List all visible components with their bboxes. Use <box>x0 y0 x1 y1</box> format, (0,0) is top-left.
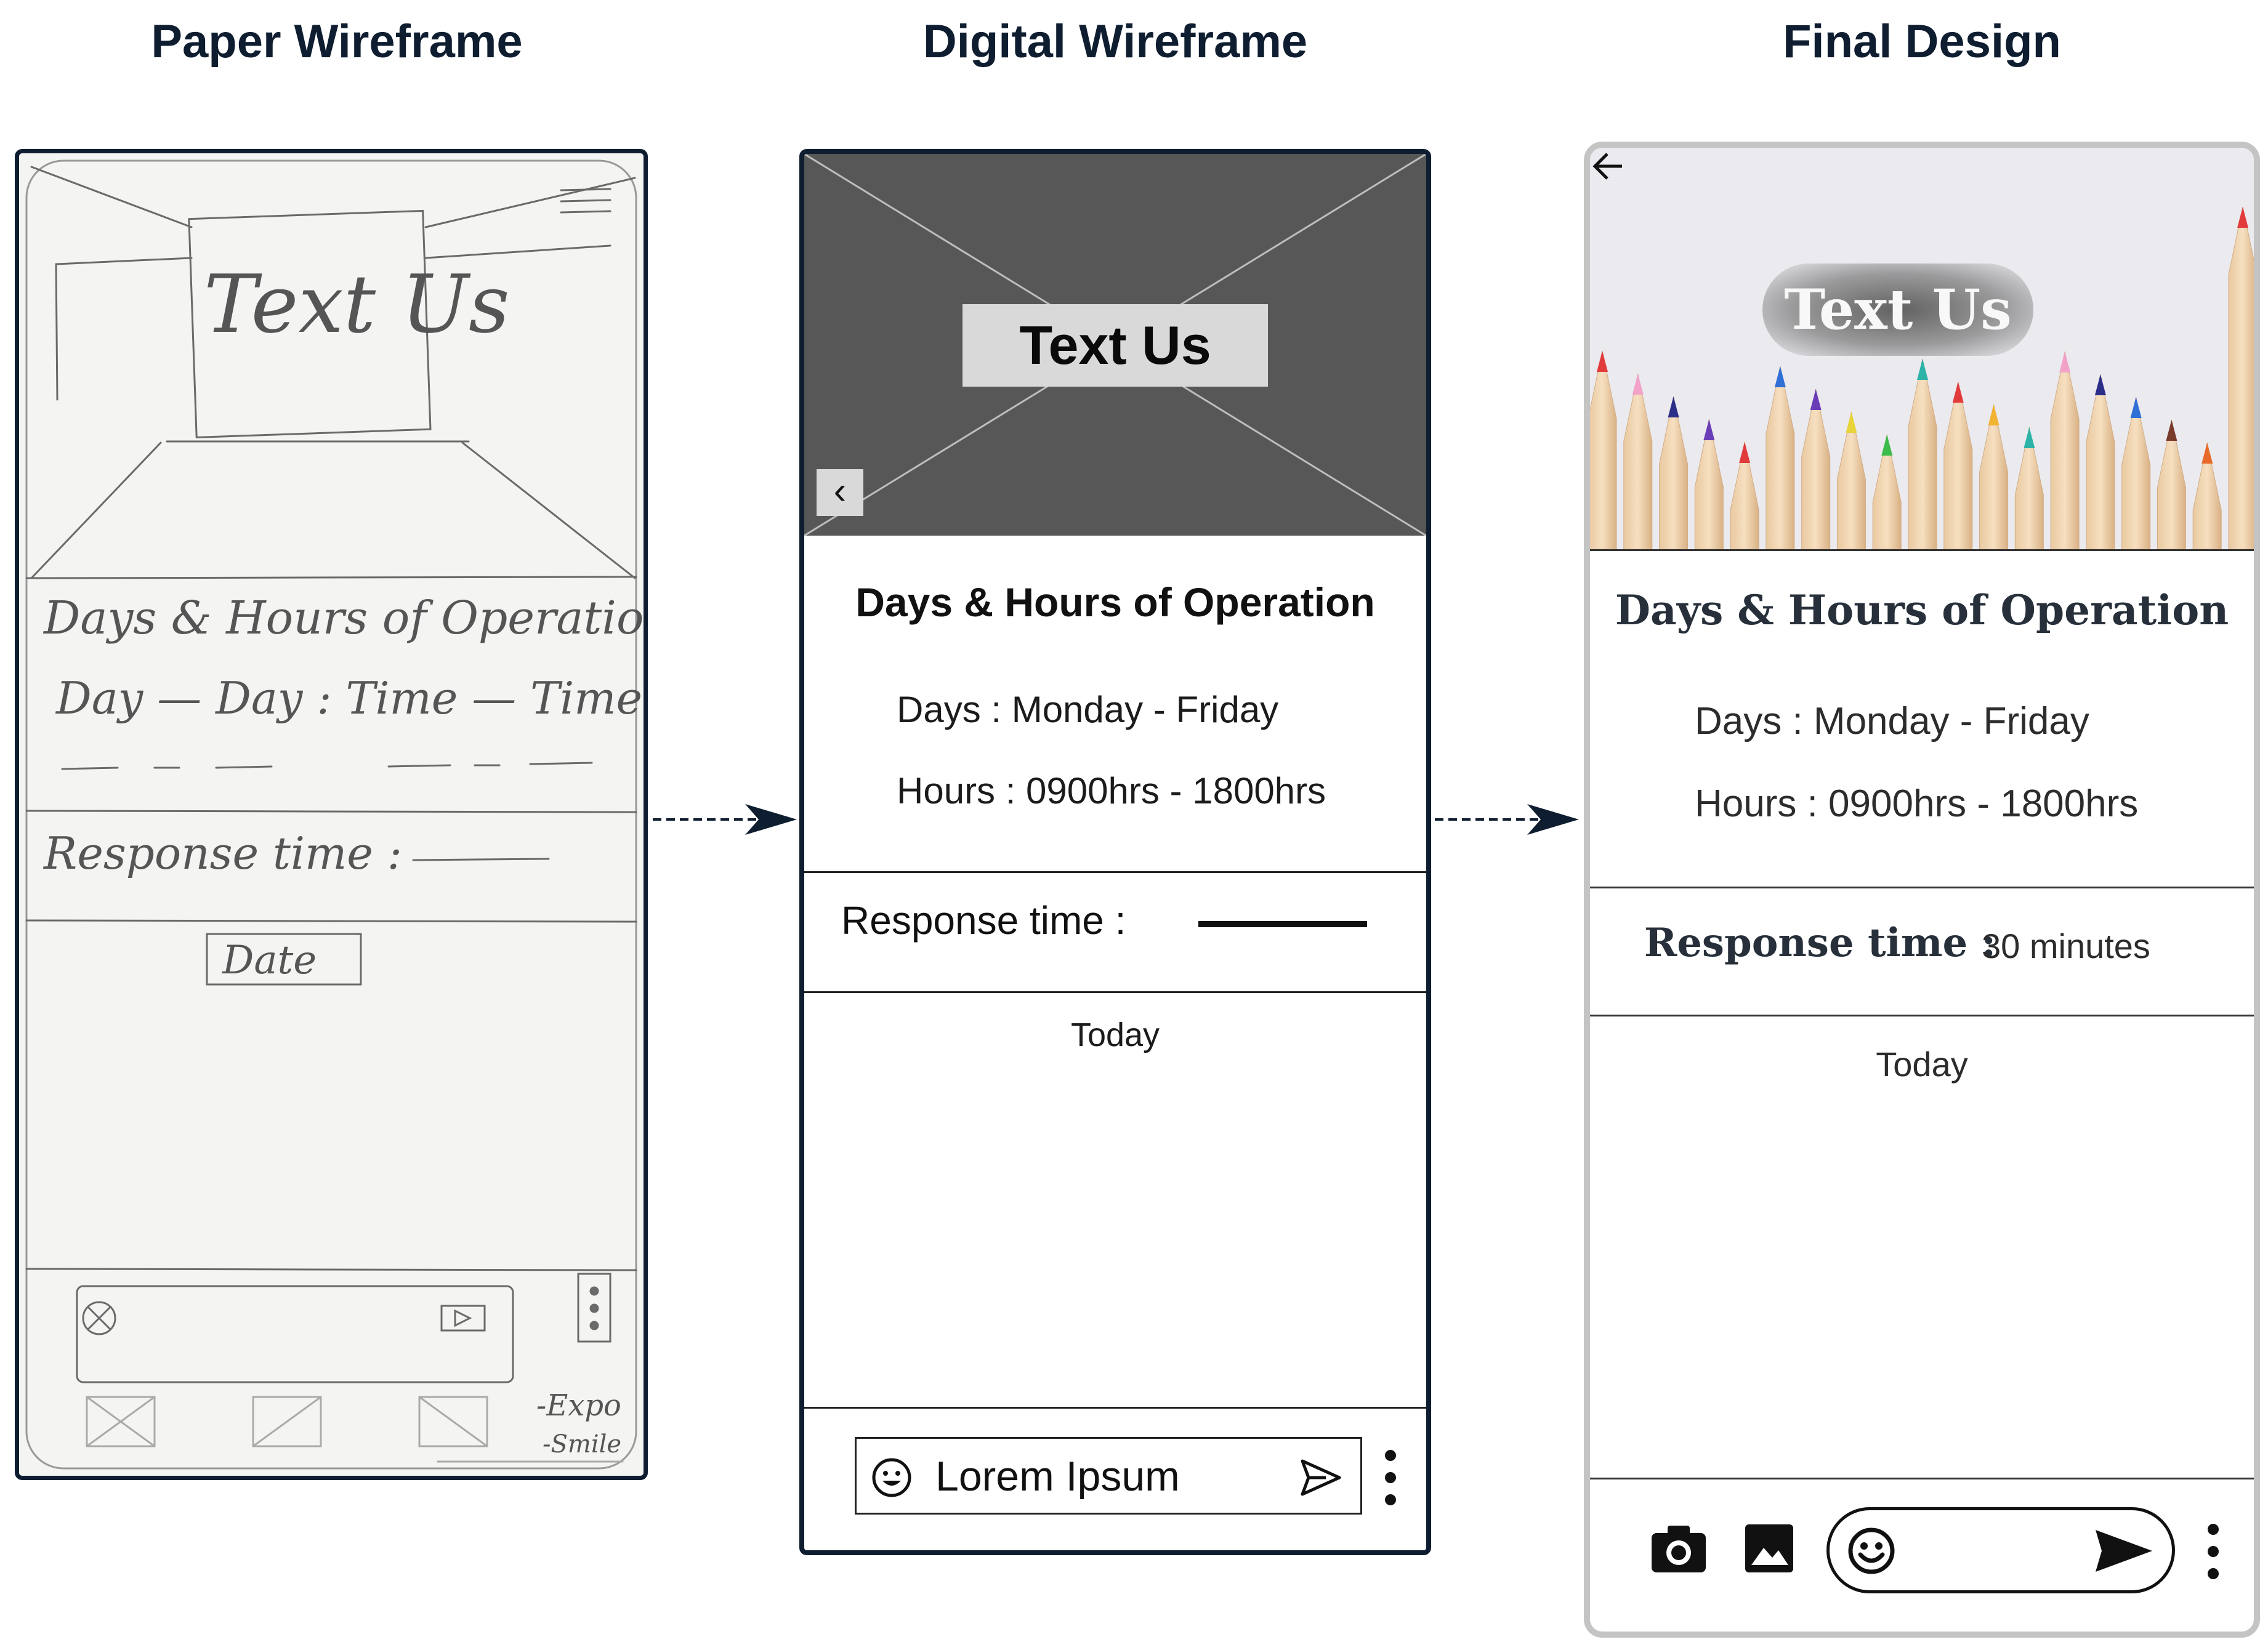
paper-response: Response time : <box>42 827 402 879</box>
chevron-left-icon[interactable]: ‹ <box>817 469 863 516</box>
divider <box>804 871 1426 873</box>
divider <box>804 1407 1426 1409</box>
camera-icon[interactable] <box>1649 1522 1708 1576</box>
hours-text: Hours : 0900hrs - 1800hrs <box>897 770 1326 811</box>
divider <box>1590 1478 2254 1479</box>
paper-expo: -Expo <box>536 1388 621 1423</box>
final-design: Text Us Days & Hours of Operation Days :… <box>1584 142 2260 1638</box>
message-input[interactable]: Lorem Ipsum <box>855 1437 1362 1515</box>
flow-arrow-1 <box>653 804 797 835</box>
response-time-label: Response time : <box>841 898 1126 943</box>
hero-image: Text Us <box>1590 148 2254 549</box>
hero-title: Text Us <box>962 304 1268 387</box>
paper-sketch: Text Us Days & Hours of Operation Day — … <box>25 159 644 1470</box>
digital-wireframe: Text Us ‹ Days & Hours of Operation Days… <box>799 149 1431 1555</box>
operation-heading: Days & Hours of Operation <box>1615 586 2229 634</box>
send-icon[interactable] <box>2093 1526 2155 1576</box>
divider <box>1590 1015 2254 1016</box>
divider <box>1590 887 2254 888</box>
flow-arrow-2 <box>1435 804 1579 835</box>
date-separator: Today <box>1876 1045 1968 1084</box>
hero-image-placeholder: Text Us ‹ <box>804 154 1426 536</box>
emoji-icon[interactable] <box>870 1456 913 1499</box>
response-time-placeholder <box>1198 921 1367 927</box>
pencil <box>2228 206 2254 549</box>
paper-wireframe: Text Us Days & Hours of Operation Day — … <box>15 149 648 1480</box>
paper-smile: -Smile <box>543 1430 621 1459</box>
operation-heading: Days & Hours of Operation <box>855 579 1375 625</box>
divider <box>1590 549 2254 551</box>
emoji-icon[interactable] <box>1847 1526 1896 1576</box>
days-text: Days : Monday - Friday <box>897 689 1279 730</box>
paper-hero-text: Text Us <box>204 257 510 351</box>
message-input-value: Lorem Ipsum <box>935 1453 1180 1500</box>
paper-heading: Days & Hours of Operation <box>42 592 644 645</box>
more-vertical-icon[interactable] <box>2206 1521 2221 1582</box>
days-text: Days : Monday - Friday <box>1695 700 2089 742</box>
response-time-label: Response time : <box>1644 920 1996 966</box>
arrow-left-icon[interactable] <box>1590 148 1627 185</box>
digital-wireframe-title: Digital Wireframe <box>922 15 1308 68</box>
final-design-title: Final Design <box>1783 15 2061 68</box>
more-vertical-icon[interactable] <box>1383 1447 1398 1508</box>
divider <box>804 991 1426 993</box>
send-icon[interactable] <box>1299 1457 1343 1498</box>
image-icon[interactable] <box>1743 1522 1796 1575</box>
paper-date: Date <box>222 938 317 983</box>
date-separator: Today <box>1070 1016 1160 1053</box>
hero-title: Text Us <box>1762 264 2033 356</box>
paper-wireframe-title: Paper Wireframe <box>151 15 523 68</box>
paper-days-line: Day — Day : Time — Time <box>55 672 642 724</box>
message-input[interactable] <box>1826 1507 2175 1593</box>
response-time-value: 30 minutes <box>1982 927 2150 965</box>
hours-text: Hours : 0900hrs - 1800hrs <box>1695 783 2139 825</box>
